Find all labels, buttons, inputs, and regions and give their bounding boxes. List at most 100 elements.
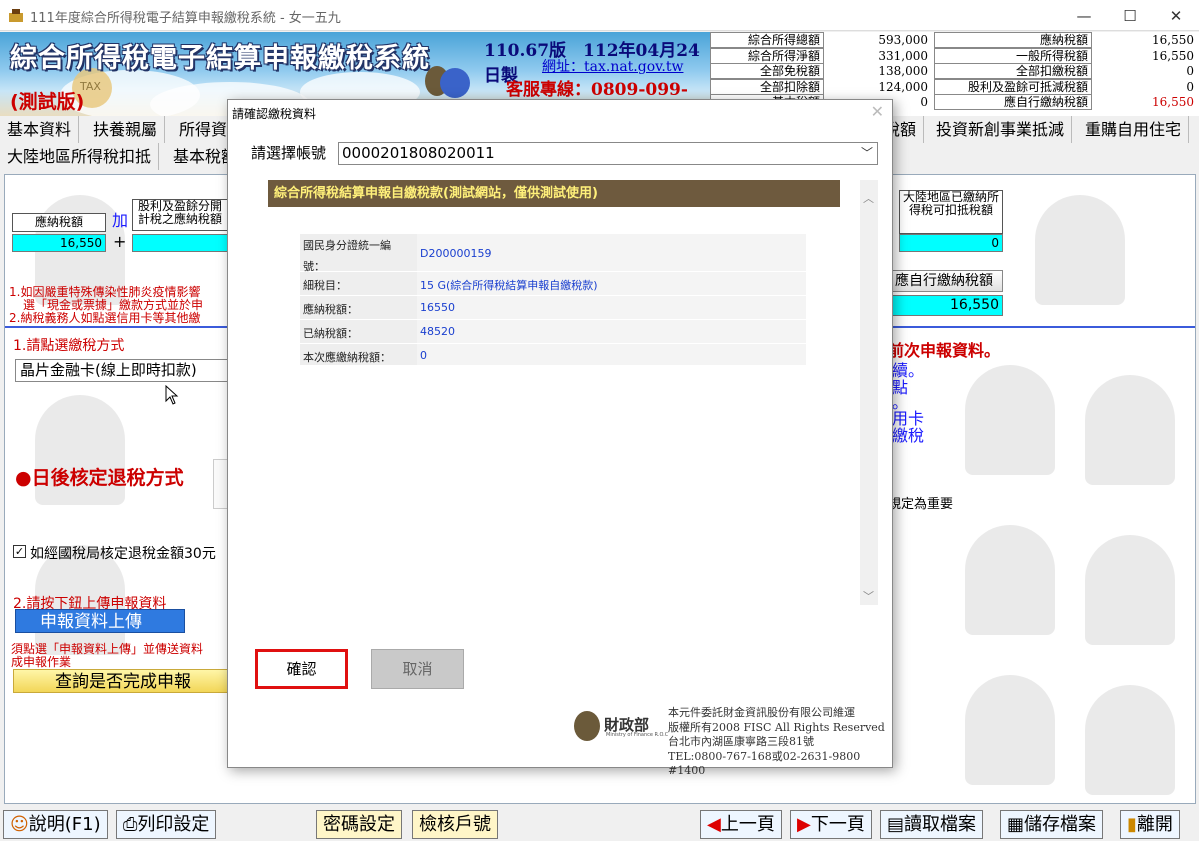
- summary-right-label: 應自行繳納稅額: [934, 94, 1092, 111]
- scroll-down-icon[interactable]: ﹀: [863, 588, 874, 604]
- summary-left-value: 593,000: [824, 32, 932, 48]
- help-label: 說明(F1): [28, 814, 101, 835]
- summary-left-value: 124,000: [824, 78, 932, 95]
- detail-key-line: 應納稅額：: [303, 303, 358, 316]
- cancel-button[interactable]: 取消: [371, 649, 464, 689]
- exit-door-icon: ▮: [1127, 814, 1137, 835]
- summary-left-label: 綜合所得總額: [710, 32, 824, 48]
- website-link[interactable]: 網址：tax.nat.gov.tw: [542, 56, 683, 76]
- print-settings-button[interactable]: ⎙列印設定: [116, 810, 217, 839]
- notice-line-2: 2.納稅義務人如點選信用卡等其他繳: [9, 311, 201, 325]
- pay-method-select[interactable]: 晶片金融卡(線上即時扣款): [15, 359, 231, 382]
- read-file-label: 讀取檔案: [904, 814, 977, 835]
- minimize-button[interactable]: —: [1061, 0, 1107, 31]
- footer-line: TEL:0800-767-168或02-2631-9800 #1400: [668, 749, 861, 778]
- chevron-down-icon: ﹀: [860, 146, 873, 160]
- detail-key: 細稅目：: [303, 277, 347, 293]
- verify-account-button[interactable]: 檢核戶號: [412, 810, 498, 839]
- detail-key-line: 細稅目：: [303, 279, 347, 292]
- app-icon: [9, 9, 23, 22]
- summary-right-value: 16,550: [1092, 32, 1198, 48]
- save-file-label: 儲存檔案: [1024, 814, 1097, 835]
- menu-startup-investment[interactable]: 投資新創事業抵減: [929, 116, 1073, 143]
- dialog-close-icon[interactable]: ✕: [871, 102, 884, 121]
- detail-key-line: 國民身分證統一編: [303, 239, 391, 252]
- summary-right-label: 一般所得稅額: [934, 47, 1092, 64]
- summary-right-value: 16,550: [1092, 47, 1198, 64]
- detail-value: D200000159: [420, 247, 492, 260]
- maximize-button[interactable]: ☐: [1107, 0, 1153, 31]
- summary-left-value: 138,000: [824, 63, 932, 80]
- detail-value-cell: [417, 344, 806, 365]
- close-window-button[interactable]: ✕: [1153, 0, 1199, 31]
- file-icon: ▤: [887, 814, 905, 835]
- plus-word-label: 加: [112, 211, 129, 230]
- menu-income[interactable]: 所得資: [172, 116, 236, 143]
- plus-sign: +: [113, 232, 127, 251]
- arrow-left-icon: ◀: [707, 814, 721, 835]
- account-select-value: 0000201808020011: [342, 144, 495, 162]
- right-notice-line: 繳稅: [892, 426, 925, 445]
- summary-right-label: 全部扣繳稅額: [934, 63, 1092, 80]
- menu-home-repurchase[interactable]: 重購自用住宅: [1078, 116, 1190, 143]
- dividend-tax-value: [132, 234, 228, 252]
- watermark-seal-icon: [1035, 195, 1125, 305]
- confirm-payment-dialog: 請確認繳稅資料 ✕ 請選擇帳號 0000201808020011 ﹀ ︿ ﹀ 綜合…: [227, 99, 893, 777]
- step1-label: 1.請點選繳稅方式: [13, 338, 125, 354]
- watermark-seal-icon: [965, 675, 1055, 785]
- detail-value-cell: [417, 320, 806, 343]
- summary-right-label: 應納稅額: [934, 32, 1092, 48]
- menu-dependents[interactable]: 扶養親屬: [86, 116, 166, 143]
- notice-line-3b: 成申報作業: [11, 655, 72, 669]
- detail-value: 48520: [420, 325, 455, 338]
- account-select[interactable]: 0000201808020011 ﹀: [338, 142, 878, 165]
- footer-line: 台北市內湖區康寧路三段81號: [668, 735, 814, 748]
- banner-title: 綜合所得稅電子結算申報繳稅系統: [10, 43, 430, 74]
- upload-button-label: 申報資料上傳: [40, 612, 142, 632]
- password-settings-button[interactable]: 密碼設定: [316, 810, 402, 839]
- test-version-label: (測試版): [10, 91, 85, 113]
- upload-button[interactable]: 申報資料上傳: [15, 609, 185, 633]
- detail-key: 已納稅額：: [303, 325, 358, 341]
- summary-left-value: 331,000: [824, 47, 932, 64]
- save-file-button[interactable]: ▦儲存檔案: [1000, 810, 1104, 839]
- detail-value: 0: [420, 349, 427, 362]
- watermark-seal-icon: [965, 365, 1055, 475]
- query-filing-button[interactable]: 查詢是否完成申報: [13, 669, 233, 693]
- detail-key: 本次應繳納稅額：: [303, 349, 391, 365]
- watermark-seal-icon: [1085, 685, 1175, 795]
- self-pay-tax-value: 16,550: [885, 295, 1003, 316]
- footer-line: 本元件委託財金資訊股份有限公司維運: [668, 706, 855, 719]
- footer-line: 版權所有2008 FISC All Rights Reserved: [668, 720, 885, 734]
- details-scrollbar[interactable]: ︿ ﹀: [860, 180, 878, 605]
- payment-header-bar: 綜合所得稅結算申報自繳稅款(測試網站，僅供測試使用): [268, 180, 840, 207]
- scroll-up-icon[interactable]: ︿: [863, 190, 874, 206]
- next-page-button[interactable]: ▶下一頁: [790, 810, 872, 839]
- detail-row: 國民身分證統一編 號： D200000159: [300, 234, 806, 274]
- tax-due-value: 16,550: [12, 234, 106, 252]
- detail-key: 應納稅額：: [303, 301, 358, 317]
- mof-name-en: Ministry of Finance R.O.C: [606, 732, 669, 738]
- mouse-cursor-icon: [165, 385, 179, 405]
- summary-left-label: 全部扣除額: [710, 78, 824, 95]
- prev-page-button[interactable]: ◀上一頁: [700, 810, 782, 839]
- dialog-footer: 本元件委託財金資訊股份有限公司維運 版權所有2008 FISC All Righ…: [668, 706, 892, 779]
- refund-checkbox[interactable]: ✓: [13, 545, 26, 558]
- exit-button[interactable]: ▮離開: [1120, 810, 1180, 839]
- help-button[interactable]: ☺說明(F1): [3, 810, 108, 839]
- summary-right-value: 0: [1092, 63, 1198, 80]
- detail-key: 國民身分證統一編 號：: [303, 237, 391, 274]
- self-pay-tax-label: 應自行繳納稅額: [885, 270, 1003, 292]
- read-file-button[interactable]: ▤讀取檔案: [880, 810, 984, 839]
- detail-value: 15 G(綜合所得稅結算申報自繳稅款): [420, 279, 598, 292]
- mof-logo-icon: [574, 711, 600, 741]
- confirm-button[interactable]: 確認: [255, 649, 348, 689]
- exit-label: 離開: [1136, 814, 1173, 835]
- menu-basic-info[interactable]: 基本資料: [0, 116, 80, 143]
- printer-icon: ⎙: [123, 814, 138, 835]
- detail-row: 已納稅額： 48520: [300, 320, 806, 344]
- tax-due-label: 應納稅額: [12, 213, 106, 232]
- menu-mainland-tax-credit[interactable]: 大陸地區所得稅扣抵: [0, 143, 160, 170]
- detail-value-cell: [417, 296, 806, 319]
- watermark-seal-icon: [1085, 375, 1175, 485]
